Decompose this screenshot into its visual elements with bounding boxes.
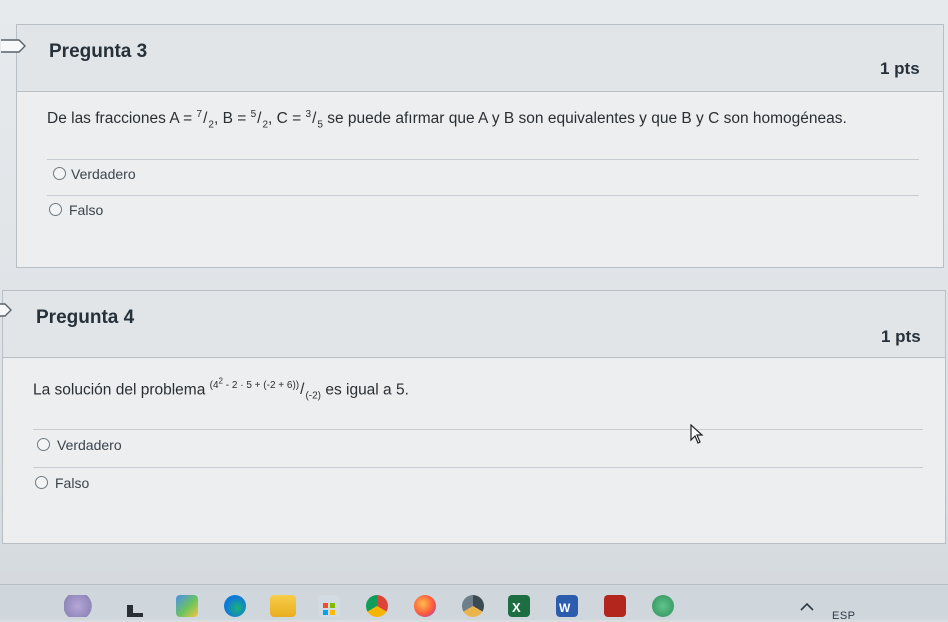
question-3-text: De las fracciones A = 7/2, B = 5/2, C = … xyxy=(47,109,847,130)
weather-icon[interactable] xyxy=(64,595,98,617)
svg-text:W: W xyxy=(559,601,571,615)
fraction-b-label: B = xyxy=(223,110,247,127)
divider xyxy=(33,429,923,430)
divider xyxy=(33,467,923,468)
fraction-b-num: 5 xyxy=(251,109,257,120)
excel-icon[interactable]: X xyxy=(508,595,530,617)
question-4-text-prefix: La solución del problema xyxy=(33,381,210,398)
answer-option-verdadero[interactable]: Verdadero xyxy=(3,433,945,467)
answer-label: Verdadero xyxy=(57,437,122,453)
answer-label: Falso xyxy=(69,202,103,218)
expression-denominator: (-2) xyxy=(305,391,321,402)
radio-falso[interactable] xyxy=(49,203,62,216)
chevron-icon[interactable] xyxy=(796,595,818,617)
question-4-points: 1 pts xyxy=(881,327,921,347)
question-3-points: 1 pts xyxy=(880,59,920,79)
question-4-title: Pregunta 4 xyxy=(36,307,134,329)
fraction-c-num: 3 xyxy=(306,109,312,120)
question-4-card: Pregunta 4 1 pts La solución del problem… xyxy=(2,290,946,544)
app-icon[interactable] xyxy=(652,595,674,617)
divider xyxy=(47,195,919,196)
question-3-title: Pregunta 3 xyxy=(49,41,147,63)
radio-verdadero[interactable] xyxy=(53,167,66,180)
firefox-icon[interactable] xyxy=(414,595,436,617)
fraction-a-num: 7 xyxy=(197,109,203,120)
svg-text:X: X xyxy=(512,600,521,615)
word-icon[interactable]: W xyxy=(556,595,578,617)
acrobat-icon[interactable] xyxy=(604,595,626,617)
question-3-header: Pregunta 3 1 pts xyxy=(17,25,943,92)
taskbar: X W ESP xyxy=(0,584,948,620)
teams-icon[interactable] xyxy=(176,595,198,617)
chrome-icon[interactable] xyxy=(366,595,388,617)
screen: Pregunta 3 1 pts De las fracciones A = 7… xyxy=(0,0,948,619)
answer-option-falso[interactable]: Falso xyxy=(17,198,943,232)
answer-option-falso[interactable]: Falso xyxy=(3,471,945,505)
file-explorer-icon[interactable] xyxy=(270,595,296,617)
mouse-cursor-icon xyxy=(690,424,706,446)
radio-falso[interactable] xyxy=(35,476,48,489)
chrome-canary-icon[interactable] xyxy=(462,595,484,617)
divider xyxy=(47,159,919,160)
question-4-text-suffix: es igual a 5. xyxy=(321,381,409,398)
question-4-header: Pregunta 4 1 pts xyxy=(3,291,945,358)
language-indicator[interactable]: ESP xyxy=(832,610,856,622)
fraction-a-label: A = xyxy=(169,110,192,127)
widgets-icon[interactable] xyxy=(124,595,146,617)
answer-option-verdadero[interactable]: Verdadero xyxy=(17,162,943,196)
fraction-c-label: C = xyxy=(277,110,302,127)
bookmark-icon[interactable] xyxy=(0,303,21,317)
fraction-b-den: 2 xyxy=(262,119,268,130)
question-4-text: La solución del problema (42 - 2 · 5 + (… xyxy=(33,377,409,402)
radio-verdadero[interactable] xyxy=(37,438,50,451)
question-3-card: Pregunta 3 1 pts De las fracciones A = 7… xyxy=(16,24,944,268)
question-3-text-prefix: De las fracciones xyxy=(47,110,169,127)
answer-label: Verdadero xyxy=(71,166,136,182)
fraction-a-den: 2 xyxy=(208,119,214,130)
edge-icon[interactable] xyxy=(224,595,246,617)
expression-numerator: (42 - 2 · 5 + (-2 + 6)) xyxy=(210,380,300,391)
answer-label: Falso xyxy=(55,475,89,491)
bookmark-icon[interactable] xyxy=(1,39,27,53)
store-icon[interactable] xyxy=(318,595,340,617)
question-3-text-suffix: se puede afırmar que A y B son equivalen… xyxy=(323,110,847,127)
